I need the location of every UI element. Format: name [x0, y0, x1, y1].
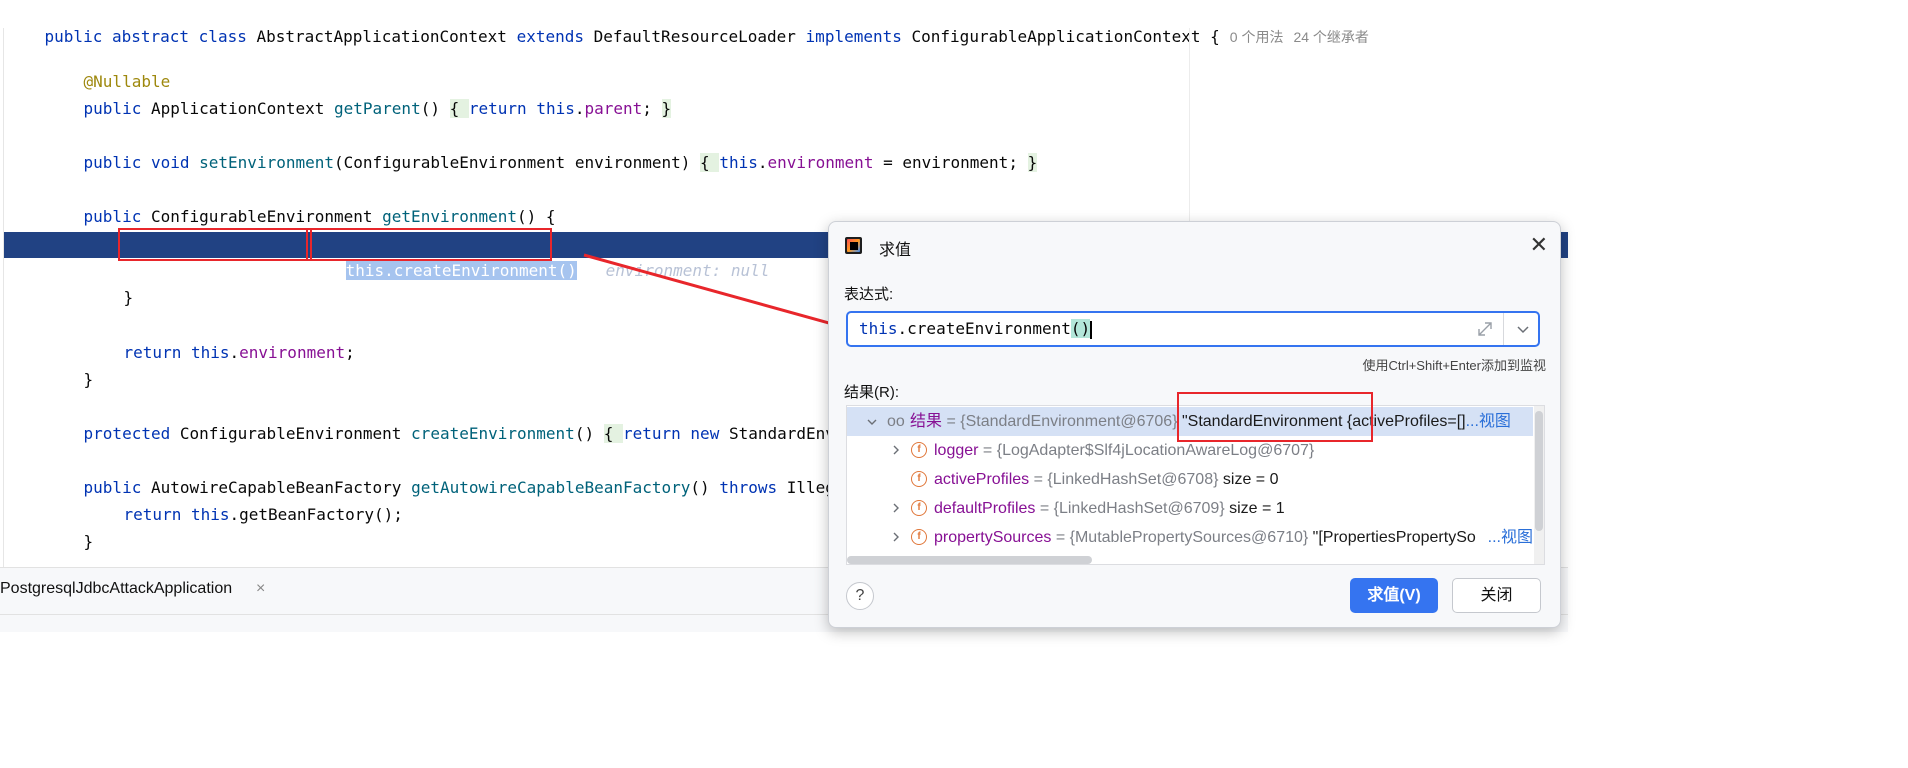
keyword: implements	[805, 27, 912, 46]
vertical-scrollbar[interactable]	[1534, 406, 1544, 564]
method-name: createEnvironment	[411, 424, 575, 443]
divider	[1503, 313, 1504, 345]
run-tab-label[interactable]: PostgresqlJdbcAttackApplication	[0, 580, 232, 598]
intellij-logo-icon	[845, 237, 862, 254]
class-declaration-line: public abstract class AbstractApplicatio…	[6, 4, 1369, 46]
chevron-down-icon[interactable]	[867, 417, 877, 427]
view-link[interactable]: ...视图	[1466, 413, 1511, 430]
horizontal-scrollbar[interactable]	[847, 556, 1092, 564]
close-icon[interactable]: ×	[256, 580, 265, 598]
view-link[interactable]: ...视图	[1485, 523, 1533, 552]
watch-glasses-icon: oo	[887, 413, 905, 430]
field-icon: f	[911, 500, 927, 516]
method-name: getParent	[334, 99, 421, 118]
tree-row[interactable]: f defaultProfiles = {LinkedHashSet@6709}…	[847, 494, 1533, 523]
tree-row[interactable]: f activeProfiles = {LinkedHashSet@6708} …	[847, 465, 1533, 494]
folded-brace[interactable]: {	[700, 153, 720, 172]
usages-hint[interactable]: 0 个用法	[1230, 29, 1284, 45]
scrollbar-thumb[interactable]	[1535, 411, 1543, 531]
add-to-watches-hint: 使用Ctrl+Shift+Enter添加到监视	[1362, 358, 1547, 373]
code-line-close-method: }	[83, 370, 94, 389]
class-name: ConfigurableApplicationContext {	[911, 27, 1220, 46]
class-name: DefaultResourceLoader	[593, 27, 806, 46]
code-line-getenvironment: public ConfigurableEnvironment getEnviro…	[83, 207, 556, 226]
code-line-nullable: @Nullable	[45, 43, 171, 91]
expression-label: 表达式:	[844, 286, 894, 303]
chevron-right-icon[interactable]	[891, 445, 901, 455]
inline-debug-value: environment: null	[605, 261, 770, 280]
code-line-autowire: public AutowireCapableBeanFactory getAut…	[83, 478, 855, 497]
class-name: AbstractApplicationContext	[256, 27, 517, 46]
keyword: extends	[516, 27, 594, 46]
chevron-down-icon[interactable]	[1516, 322, 1530, 336]
code-line-return-beanfactory: return this.getBeanFactory();	[123, 505, 403, 524]
field-icon: f	[911, 442, 927, 458]
folded-brace[interactable]: }	[1027, 153, 1038, 172]
code-line-setenvironment: public void setEnvironment(ConfigurableE…	[83, 153, 1038, 172]
highlight-box-result	[1177, 392, 1373, 442]
expand-icon[interactable]	[1476, 320, 1494, 338]
keyword: class	[198, 27, 257, 46]
evaluate-dialog[interactable]: 求值 ✕ 表达式: this.createEnvironment() 使用Ctr…	[828, 221, 1561, 628]
folded-brace[interactable]: {	[603, 424, 623, 443]
tree-row[interactable]: f propertySources = {MutablePropertySour…	[847, 523, 1533, 552]
folded-brace[interactable]: {	[449, 99, 469, 118]
expression-input[interactable]: this.createEnvironment()	[846, 311, 1540, 347]
highlight-box-expression	[306, 228, 552, 261]
chevron-right-icon[interactable]	[891, 532, 901, 542]
code-line-return: return this.environment;	[123, 343, 355, 362]
code-line-close-if: }	[123, 288, 134, 307]
result-label: 结果(R):	[844, 384, 899, 401]
code-line-close-autowire: }	[83, 532, 94, 551]
expression-text: this.createEnvironment()	[859, 319, 1092, 339]
code-line-getparent: public ApplicationContext getParent() { …	[83, 99, 672, 118]
help-button[interactable]: ?	[846, 582, 874, 610]
text-caret	[1090, 320, 1092, 339]
method-name: setEnvironment	[199, 153, 334, 172]
field-icon: f	[911, 471, 927, 487]
result-type: {StandardEnvironment@6706}	[960, 413, 1178, 430]
dialog-title: 求值	[879, 242, 912, 259]
close-button[interactable]: 关闭	[1452, 578, 1541, 613]
folded-brace[interactable]: }	[661, 99, 672, 118]
code-line-createenvironment: protected ConfigurableEnvironment create…	[83, 424, 855, 443]
field-icon: f	[911, 529, 927, 545]
indent-guide	[3, 28, 4, 568]
result-name: 结果	[910, 413, 943, 430]
chevron-right-icon[interactable]	[891, 503, 901, 513]
close-icon[interactable]: ✕	[1530, 232, 1548, 258]
evaluate-button[interactable]: 求值(V)	[1350, 578, 1438, 613]
highlight-box-assignment	[118, 228, 312, 261]
inheritors-hint[interactable]: 24 个继承者	[1293, 29, 1368, 45]
selected-expression[interactable]: this.createEnvironment()	[345, 261, 577, 280]
method-name: getAutowireCapableBeanFactory	[411, 478, 691, 497]
